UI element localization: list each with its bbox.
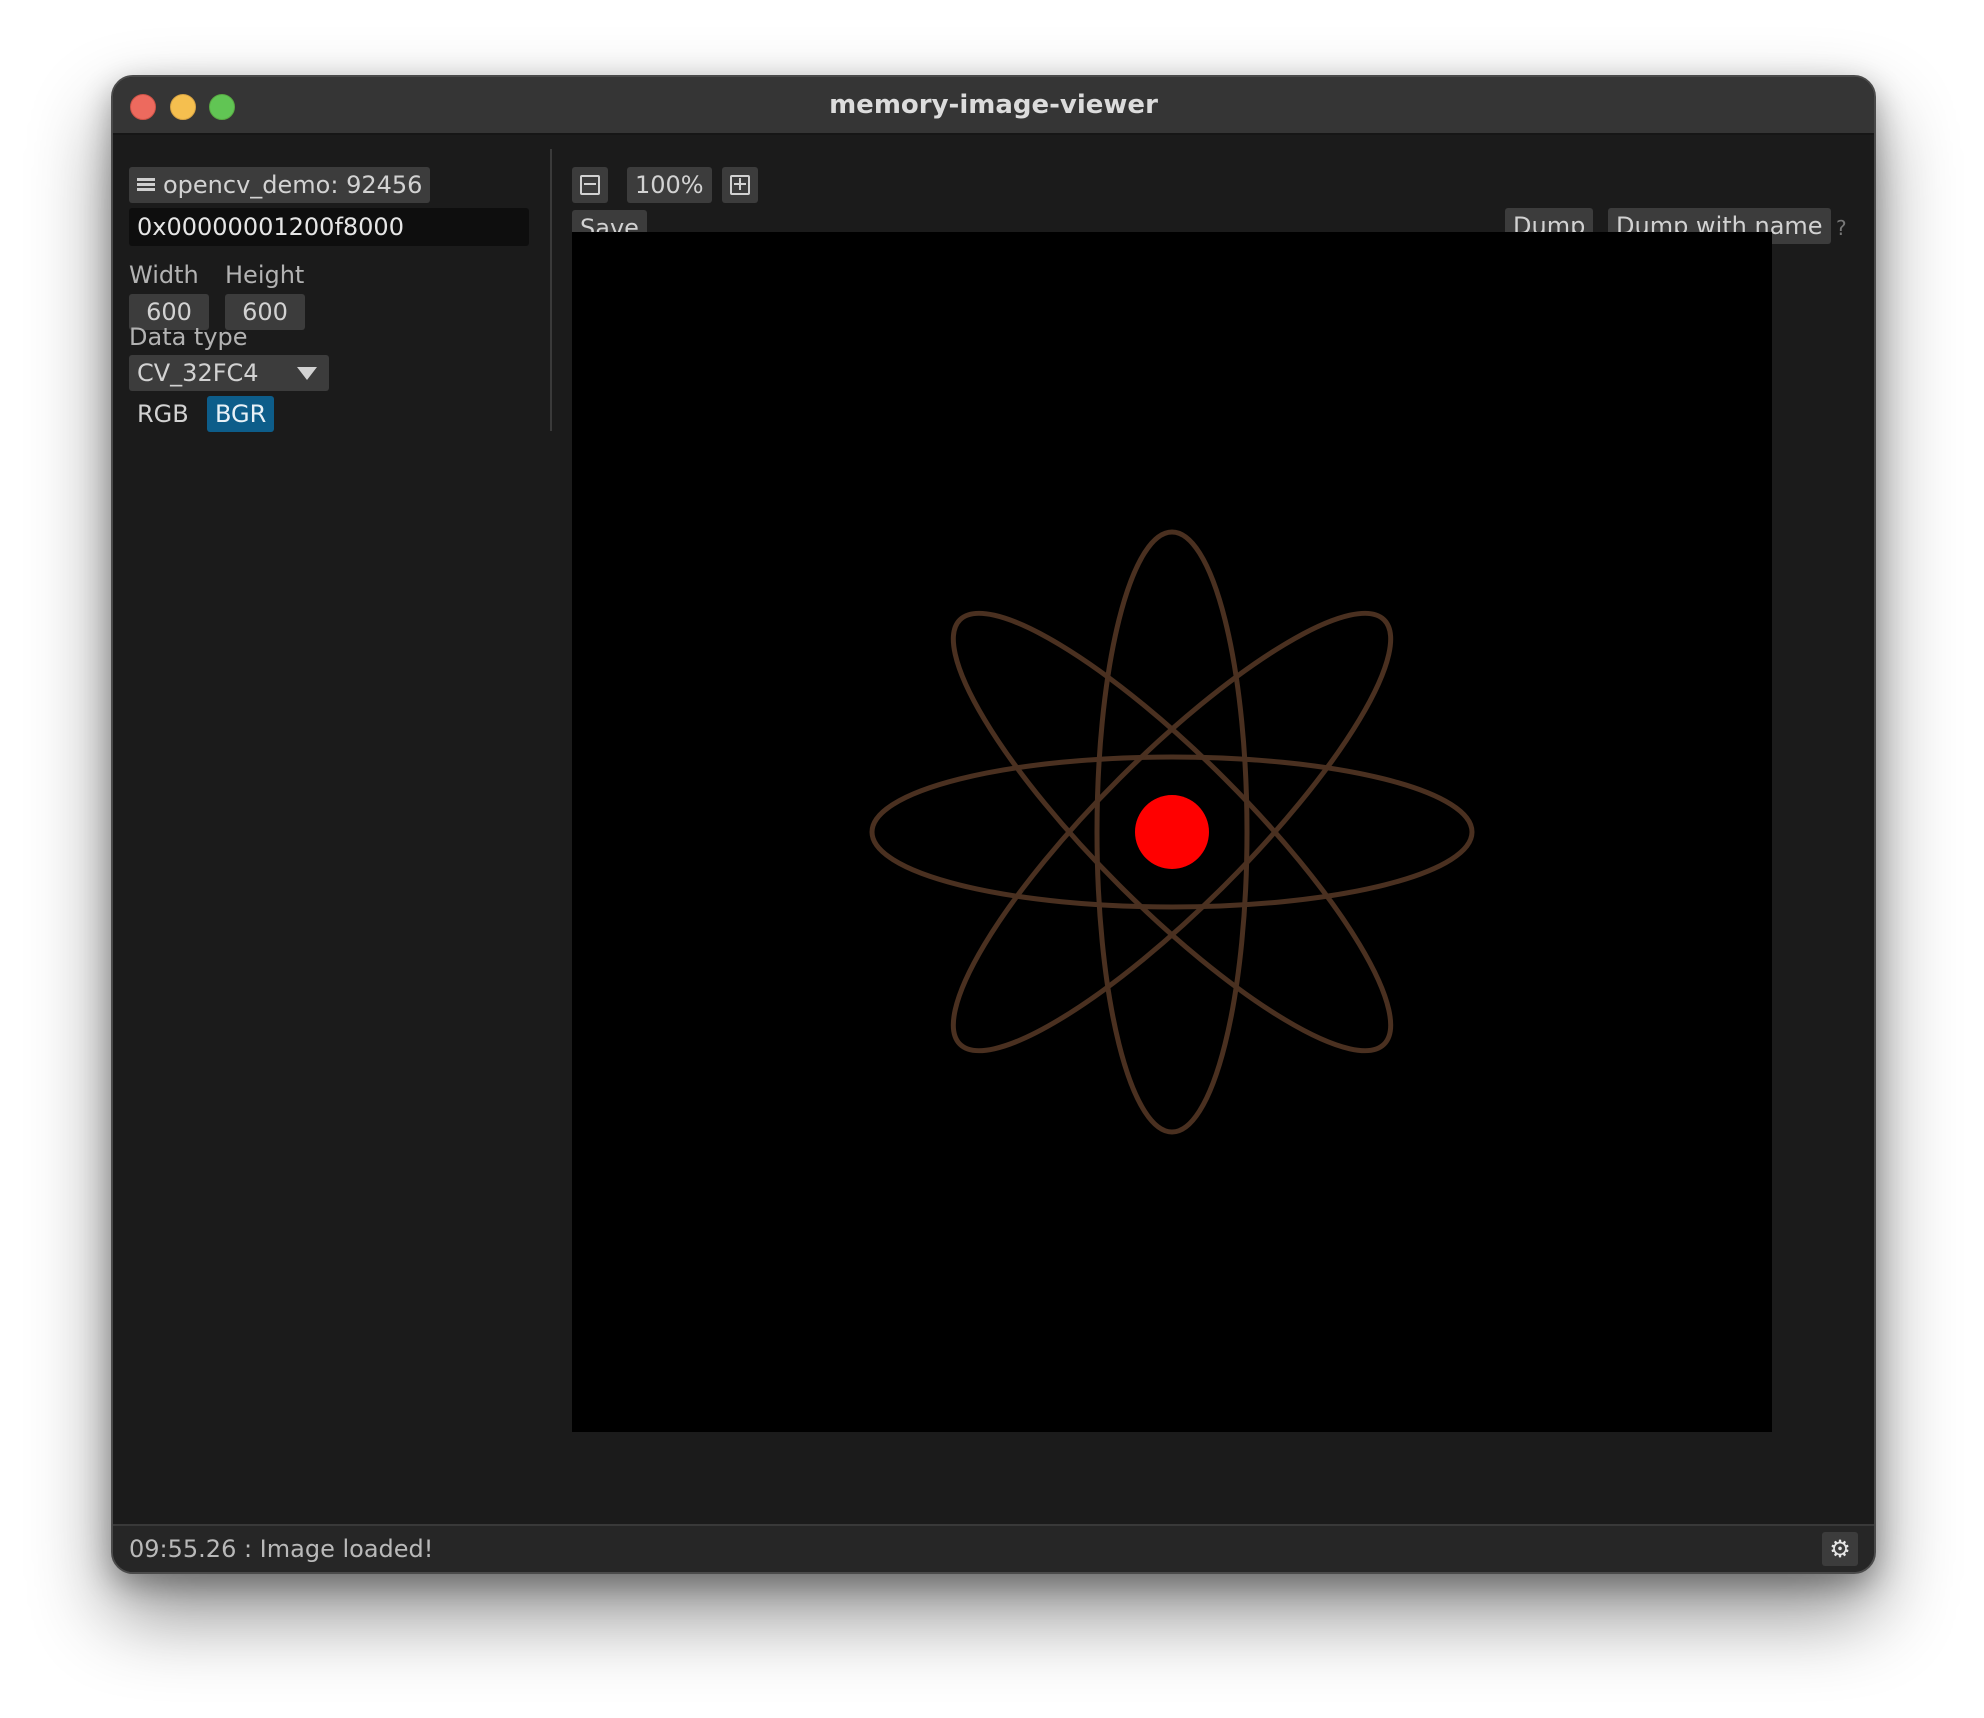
window-title: memory-image-viewer	[829, 90, 1158, 120]
image-canvas[interactable]	[572, 232, 1772, 1432]
zoom-out-icon-bar	[584, 183, 596, 185]
settings-button[interactable]: ⚙	[1822, 1532, 1858, 1566]
data-type-value: CV_32FC4	[137, 359, 259, 387]
sidebar-divider[interactable]	[550, 149, 552, 431]
rgb-toggle[interactable]: RGB	[129, 396, 197, 432]
hamburger-menu-icon	[137, 178, 155, 192]
memory-address-input[interactable]: 0x00000001200f8000	[129, 208, 529, 246]
gear-icon: ⚙	[1829, 1535, 1851, 1563]
data-type-select[interactable]: CV_32FC4	[129, 355, 329, 391]
zoom-out-icon	[580, 175, 600, 195]
zoom-in-icon-bar-v	[739, 178, 741, 190]
process-label: opencv_demo: 92456	[163, 171, 423, 199]
data-type-label: Data type	[129, 323, 248, 351]
zoom-out-button[interactable]	[572, 167, 608, 203]
width-label: Width	[129, 261, 199, 289]
app-window: memory-image-viewer opencv_demo: 92456 0…	[111, 75, 1876, 1574]
zoom-level-display[interactable]: 100%	[627, 167, 712, 203]
atom-image	[869, 529, 1475, 1135]
zoom-in-button[interactable]	[722, 167, 758, 203]
process-selector-button[interactable]: opencv_demo: 92456	[129, 167, 431, 203]
chevron-down-icon	[297, 367, 317, 380]
title-bar[interactable]: memory-image-viewer	[113, 77, 1874, 135]
height-label: Height	[225, 261, 305, 289]
bgr-toggle[interactable]: BGR	[207, 396, 275, 432]
status-bar: 09:55.26 : Image loaded! ⚙	[113, 1524, 1874, 1572]
help-icon[interactable]: ?	[1836, 210, 1847, 246]
nucleus	[1135, 795, 1209, 869]
status-message: 09:55.26 : Image loaded!	[129, 1535, 434, 1563]
